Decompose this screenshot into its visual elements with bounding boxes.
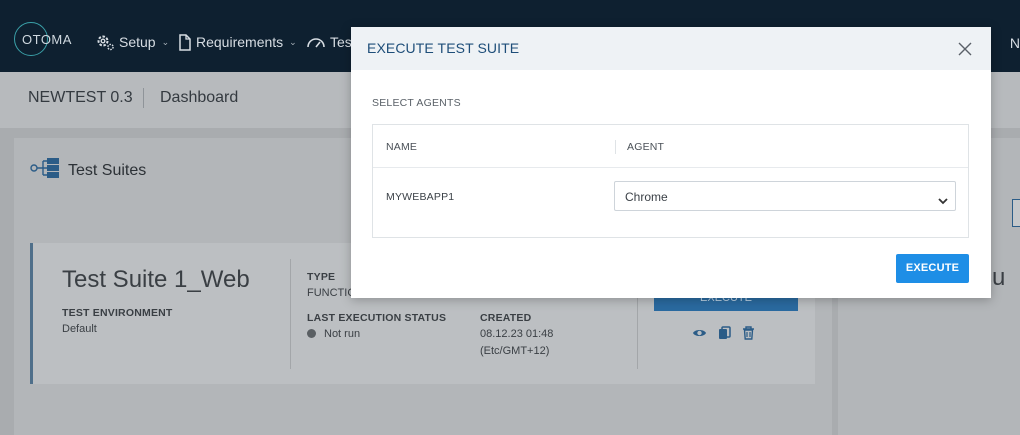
test-suites-header: Test Suites: [30, 157, 146, 184]
subheader-divider: [143, 88, 144, 108]
project-name: NEWTEST 0.3: [28, 89, 133, 106]
gauge-icon: [306, 35, 326, 49]
right-panel-button-partial[interactable]: [1012, 199, 1020, 227]
status-dot: [307, 329, 316, 338]
created-date: 08.12.23 01:48: [480, 328, 554, 340]
test-suites-title: Test Suites: [68, 161, 147, 179]
gear-icon: [95, 33, 115, 51]
last-exec-label: LAST EXECUTION STATUS: [307, 312, 447, 324]
suite-actions: [692, 326, 755, 345]
logo-text: OTOMA: [22, 32, 72, 47]
agent-select[interactable]: Chrome: [614, 181, 956, 211]
eye-icon[interactable]: [692, 326, 707, 345]
nav-tests[interactable]: Tes: [306, 33, 352, 51]
select-agents-label: SELECT AGENTS: [372, 97, 461, 109]
table-header-row: NAME AGENT: [373, 125, 968, 168]
column-header-agent: AGENT: [627, 141, 665, 153]
trash-icon[interactable]: [742, 326, 755, 345]
breadcrumb-dashboard[interactable]: Dashboard: [160, 89, 238, 107]
column-divider: [615, 140, 616, 154]
table-cell-name: MYWEBAPP1: [386, 191, 455, 203]
execute-button[interactable]: EXECUTE: [896, 254, 969, 283]
agents-table: NAME AGENT MYWEBAPP1 Chrome: [372, 124, 969, 238]
nav-requirements-label: Requirements: [196, 34, 284, 50]
modal-header: EXECUTE TEST SUITE: [351, 27, 991, 70]
agent-select-value: Chrome: [625, 190, 668, 204]
env-value: Default: [62, 323, 97, 335]
type-value: FUNCTIC: [307, 287, 356, 299]
nav-setup[interactable]: Setup ⌄: [95, 33, 169, 51]
suite-title[interactable]: Test Suite 1_Web: [62, 266, 250, 294]
column-header-name: NAME: [386, 141, 418, 153]
execute-test-suite-modal: EXECUTE TEST SUITE SELECT AGENTS NAME AG…: [351, 27, 991, 298]
created-timezone: (Etc/GMT+12): [480, 345, 550, 357]
card-divider: [290, 259, 291, 369]
env-label: TEST ENVIRONMENT: [62, 307, 173, 319]
last-exec-value: Not run: [324, 328, 361, 340]
nav-tests-label: Tes: [330, 34, 352, 50]
test-suite-tree-icon: [30, 157, 60, 184]
created-label: CREATED: [480, 312, 532, 324]
type-label: TYPE: [307, 271, 336, 283]
nav-requirements[interactable]: Requirements ⌄: [178, 33, 297, 51]
modal-title: EXECUTE TEST SUITE: [367, 40, 520, 56]
close-icon[interactable]: [955, 39, 975, 59]
chevron-down-icon: ⌄: [289, 36, 297, 47]
otoma-logo[interactable]: OTOMA: [14, 22, 74, 56]
nav-right-partial[interactable]: N: [1010, 35, 1020, 51]
nav-setup-label: Setup: [119, 34, 156, 50]
document-icon: [178, 33, 192, 51]
chevron-down-icon: ⌄: [161, 36, 170, 47]
chevron-down-icon: [938, 192, 948, 210]
copy-icon[interactable]: [718, 326, 731, 345]
